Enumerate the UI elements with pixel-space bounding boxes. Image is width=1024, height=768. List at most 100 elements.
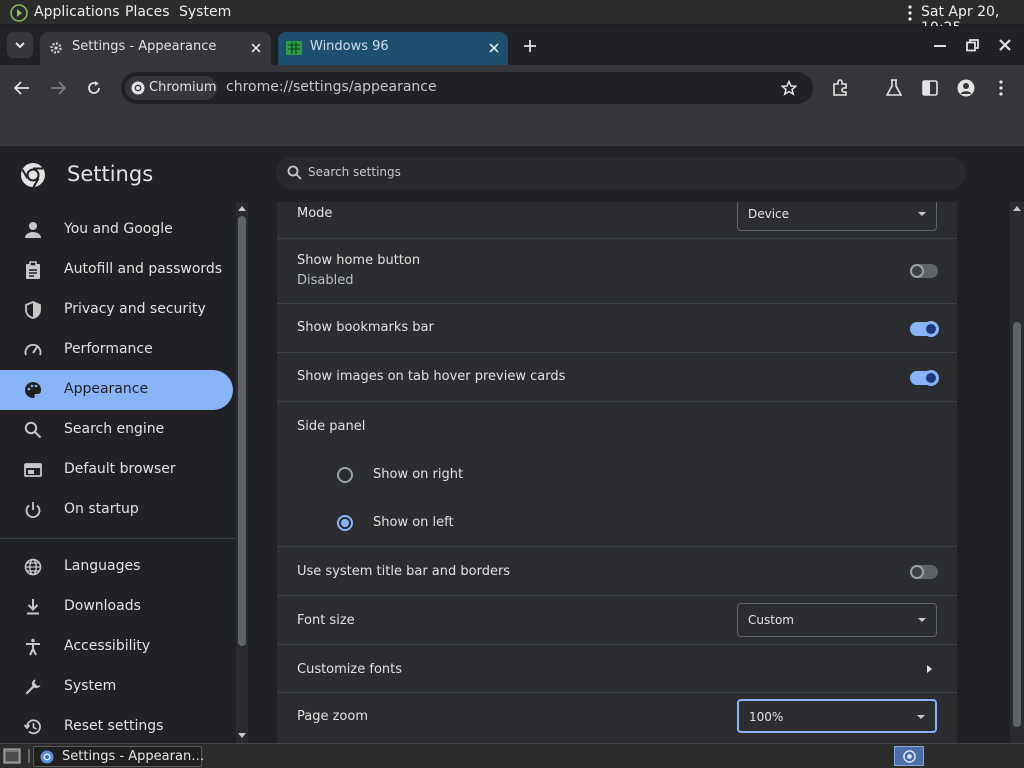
places-menu[interactable]: Places (125, 4, 170, 20)
scroll-down-arrow-icon[interactable] (238, 733, 246, 738)
sidebar-item-reset-settings[interactable]: Reset settings (0, 707, 233, 747)
windows96-icon (286, 41, 302, 55)
bookmark-star-icon[interactable] (781, 80, 797, 96)
sidebar-item-languages[interactable]: Languages (0, 547, 233, 587)
forward-icon[interactable] (50, 81, 66, 95)
system-title-bar-row[interactable]: Use system title bar and borders (277, 547, 957, 596)
gear-icon (50, 42, 62, 54)
browser-icon (24, 463, 42, 477)
extensions-icon[interactable] (832, 79, 850, 97)
chevron-right-icon[interactable] (927, 665, 932, 673)
close-icon[interactable] (486, 40, 502, 56)
sidebar-item-on-startup[interactable]: On startup (0, 490, 233, 530)
sidebar-item-label: Languages (64, 558, 141, 574)
system-title-bar-toggle[interactable] (910, 565, 938, 579)
restore-icon[interactable] (966, 39, 979, 52)
more-menu-icon[interactable] (998, 80, 1004, 96)
download-icon (27, 599, 39, 615)
sidebar-item-search-engine[interactable]: Search engine (0, 410, 233, 450)
customize-fonts-row[interactable]: Customize fonts (277, 645, 957, 693)
side-panel-icon[interactable] (922, 80, 938, 96)
kebab-menu-icon[interactable] (907, 5, 913, 21)
page-zoom-label: Page zoom (297, 709, 368, 724)
workspace-switcher[interactable] (894, 746, 924, 766)
page-zoom-select[interactable]: 100% (737, 699, 937, 733)
system-menu[interactable]: System (179, 4, 231, 20)
content-scroll-thumb[interactable] (1013, 322, 1021, 727)
tab-title: Settings - Appearance (72, 39, 217, 54)
bottom-taskbar: Settings - Appearan… (0, 743, 1024, 768)
mode-select[interactable]: Device (737, 202, 937, 231)
home-button-toggle[interactable] (910, 264, 938, 278)
scroll-up-arrow-icon[interactable] (238, 206, 246, 211)
tab-search-button[interactable] (7, 32, 33, 58)
sidebar-item-autofill[interactable]: Autofill and passwords (0, 250, 233, 290)
sidebar-item-label: Autofill and passwords (64, 261, 223, 277)
accessibility-icon (26, 638, 40, 656)
tab-settings-appearance[interactable]: Settings - Appearance (40, 32, 271, 65)
show-on-right-label[interactable]: Show on right (373, 467, 463, 482)
bookmarks-bar-label: Show bookmarks bar (297, 320, 434, 335)
sidebar-item-label: Performance (64, 341, 153, 357)
show-on-right-radio[interactable] (337, 467, 353, 483)
site-info-chip[interactable]: Chromium (125, 76, 217, 100)
font-size-value: Custom (748, 613, 794, 627)
scroll-up-arrow-icon[interactable] (1013, 206, 1021, 211)
sidebar-item-label: Search engine (64, 421, 165, 437)
tab-hover-row[interactable]: Show images on tab hover preview cards (277, 353, 957, 402)
toggle-knob (910, 565, 924, 579)
show-on-left-label[interactable]: Show on left (373, 515, 454, 530)
reload-icon[interactable] (86, 80, 102, 96)
history-icon (24, 719, 41, 735)
chevron-down-icon (15, 42, 25, 48)
sidebar-item-label: Appearance (64, 381, 149, 397)
sidebar-item-privacy[interactable]: Privacy and security (0, 290, 233, 330)
show-desktop-icon[interactable] (3, 748, 21, 764)
sidebar-item-performance[interactable]: Performance (0, 330, 233, 370)
sidebar-item-appearance[interactable]: Appearance (0, 370, 233, 410)
sidebar-item-system[interactable]: System (0, 667, 233, 707)
search-settings-input[interactable]: Search settings (276, 157, 966, 189)
new-tab-icon[interactable] (522, 38, 538, 54)
dropdown-arrow-icon (918, 618, 926, 622)
sidebar-scrollbar[interactable] (236, 202, 248, 743)
sidebar-item-default-browser[interactable]: Default browser (0, 450, 233, 490)
sidebar-item-downloads[interactable]: Downloads (0, 587, 233, 627)
back-icon[interactable] (14, 81, 30, 95)
minimize-icon[interactable] (934, 44, 946, 48)
close-icon[interactable] (248, 40, 264, 56)
gnome-foot-icon[interactable] (10, 4, 28, 22)
globe-icon (24, 558, 42, 576)
omnibox[interactable]: Chromium chrome://settings/appearance (121, 72, 813, 104)
sidebar-item-you-and-google[interactable]: You and Google (0, 210, 233, 250)
content-scrollbar[interactable] (1010, 202, 1024, 743)
sidebar-item-label: Privacy and security (64, 301, 206, 317)
applications-menu[interactable]: Applications (34, 4, 120, 20)
show-on-left-radio[interactable] (337, 515, 353, 531)
wrench-icon (25, 679, 41, 695)
sidebar-item-label: Default browser (64, 461, 176, 477)
tab-title: Windows 96 (310, 39, 389, 54)
appearance-card: Mode Device Show home button Disabled Sh… (277, 202, 957, 743)
sidebar-item-label: Accessibility (64, 638, 151, 654)
font-size-row: Font size Custom (277, 596, 957, 645)
top-panel: Applications Places System Sat Apr 20, 1… (0, 0, 1024, 36)
taskbar-item-settings[interactable]: Settings - Appearan… (33, 746, 204, 767)
sidebar-scroll-thumb[interactable] (238, 216, 246, 646)
bookmarks-bar-row[interactable]: Show bookmarks bar (277, 304, 957, 353)
home-button-row[interactable]: Show home button Disabled (277, 239, 957, 304)
sidebar-divider (0, 538, 236, 539)
sidebar-item-accessibility[interactable]: Accessibility (0, 627, 233, 667)
tab-hover-toggle[interactable] (910, 370, 939, 386)
bookmarks-bar-toggle[interactable] (910, 321, 939, 337)
home-button-label: Show home button (297, 253, 421, 268)
window-close-icon[interactable] (999, 39, 1011, 51)
url-text[interactable]: chrome://settings/appearance (226, 79, 437, 95)
tab-windows-96[interactable]: Windows 96 (278, 32, 508, 65)
font-size-select[interactable]: Custom (737, 603, 937, 637)
labs-flask-icon[interactable] (886, 79, 902, 97)
chromium-icon (131, 81, 145, 95)
settings-header: Settings Search settings (0, 146, 1024, 202)
mode-label: Mode (297, 206, 333, 221)
profile-icon[interactable] (957, 79, 975, 97)
